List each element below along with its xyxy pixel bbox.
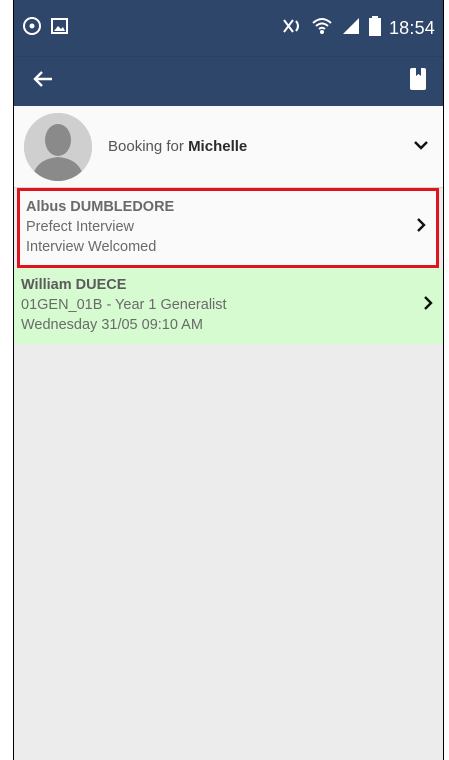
mute-icon [281,16,303,41]
screenshot-icon [50,16,70,41]
list-item-name: William DUECE [21,277,127,293]
booking-for-label: Booking for Michelle [108,138,247,155]
list-item-line2: Wednesday 31/05 09:10 AM [21,317,203,333]
battery-icon [368,15,381,41]
booking-name: Michelle [188,138,248,155]
status-time: 18:54 [388,17,435,38]
list-item-william-duece[interactable]: William DUECE 01GEN_01B - Year 1 General… [14,268,443,344]
list-item-line1: 01GEN_01B - Year 1 Generalist [21,297,227,313]
book-icon[interactable] [407,67,429,96]
list-item-line2: Interview Welcomed [26,239,157,255]
sync-icon [22,16,42,41]
chevron-down-icon[interactable] [413,138,429,156]
back-arrow-icon[interactable] [32,68,54,95]
list-item-albus-dumbledore[interactable]: Albus DUMBLEDORE Prefect Interview Inter… [17,188,439,268]
list-item-line1: Prefect Interview [26,219,134,235]
booking-prefix: Booking for [108,138,184,155]
chevron-right-icon [423,295,433,317]
status-bar: 18:54 [14,0,443,56]
signal-icon [341,16,361,41]
avatar [24,112,92,181]
list-item-name: Albus DUMBLEDORE [26,199,175,215]
wifi-icon [311,16,333,41]
chevron-right-icon [416,217,426,239]
phone-screen: 18:54 Booking for Michelle Albus DUMBLED… [13,0,444,760]
booking-for-selector[interactable]: Booking for Michelle [14,106,443,188]
app-bar [14,56,443,106]
